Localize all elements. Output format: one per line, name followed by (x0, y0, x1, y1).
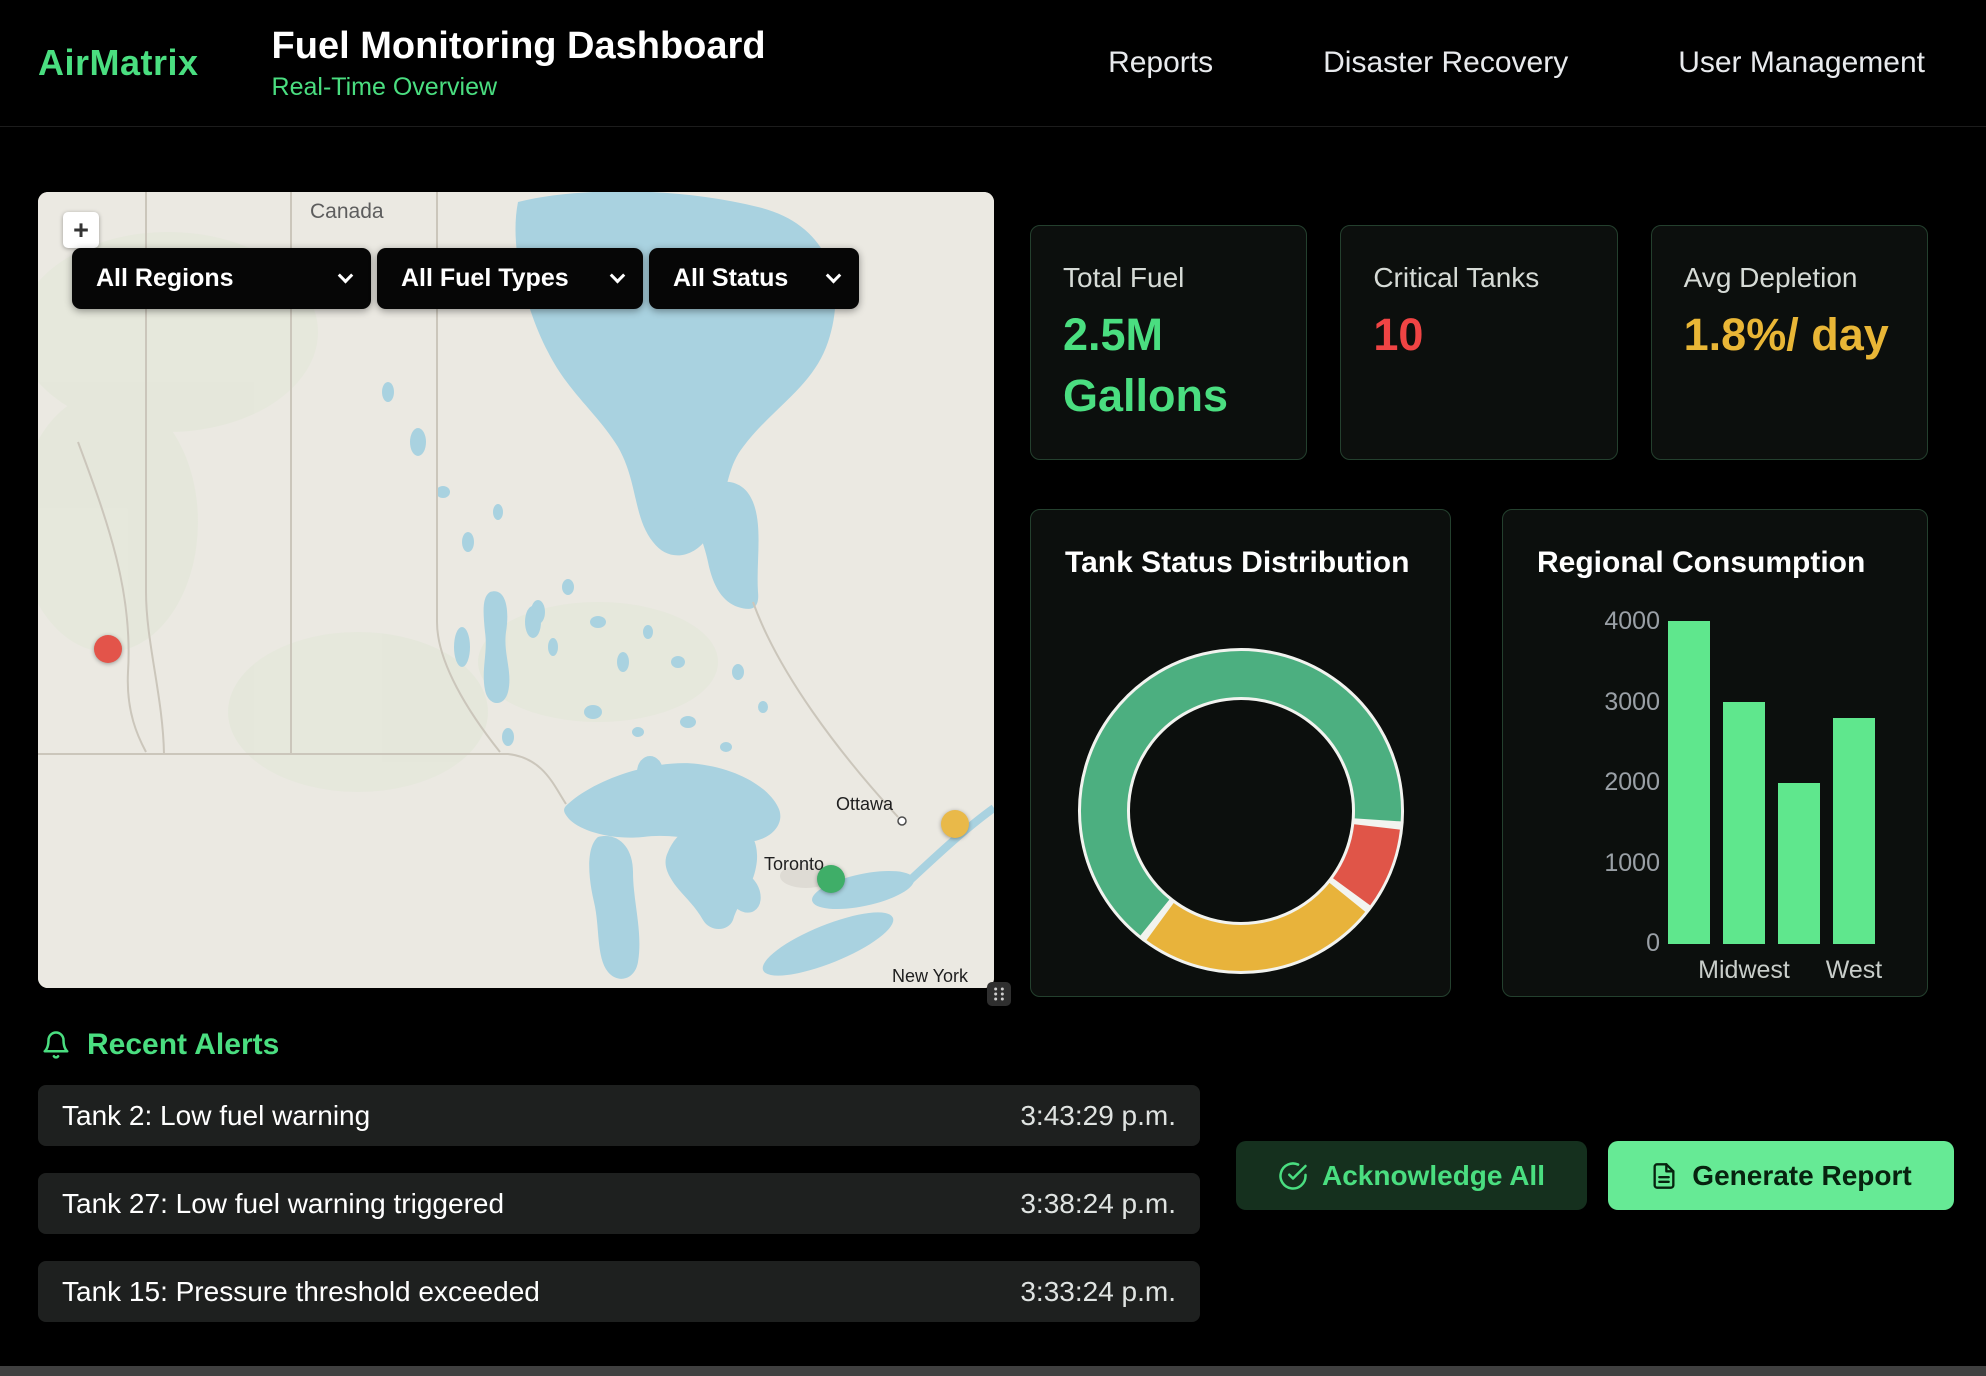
stats-row: Total Fuel 2.5M Gallons Critical Tanks 1… (1030, 225, 1928, 460)
acknowledge-all-label: Acknowledge All (1322, 1160, 1545, 1192)
map-canvas[interactable]: Canada Ottawa Toronto New York (38, 192, 994, 988)
resize-grip-handle[interactable] (987, 982, 1011, 1006)
map-marker-normal[interactable] (817, 865, 845, 893)
y-tick: 4000 (1604, 607, 1660, 636)
generate-report-label: Generate Report (1692, 1160, 1911, 1192)
alert-actions: Acknowledge All Generate Report (1236, 1141, 1954, 1210)
alert-list: Tank 2: Low fuel warning 3:43:29 p.m. Ta… (38, 1085, 1200, 1349)
stat-card-total-fuel: Total Fuel 2.5M Gallons (1030, 225, 1307, 460)
map-city-dot-ottawa (898, 817, 906, 825)
consumption-bar-midwest (1723, 702, 1765, 944)
alert-message: Tank 15: Pressure threshold exceeded (62, 1276, 540, 1308)
alert-row[interactable]: Tank 2: Low fuel warning 3:43:29 p.m. (38, 1085, 1200, 1146)
page-subtitle: Real-Time Overview (272, 73, 766, 102)
chevron-down-icon (826, 268, 842, 284)
chart-title: Regional Consumption (1537, 546, 1893, 580)
map-filter-bar: All Regions All Fuel Types All Status (72, 248, 859, 309)
alert-timestamp: 3:33:24 p.m. (1020, 1276, 1176, 1308)
bell-icon (41, 1030, 71, 1060)
stat-label: Critical Tanks (1373, 262, 1584, 294)
alert-message: Tank 2: Low fuel warning (62, 1100, 370, 1132)
stat-label: Total Fuel (1063, 262, 1274, 294)
main-nav: Reports Disaster Recovery User Managemen… (1108, 46, 1925, 80)
bar-chart-y-axis: 4000 3000 2000 1000 0 (1523, 607, 1660, 958)
stat-card-avg-depletion: Avg Depletion 1.8%/ day (1651, 225, 1928, 460)
status-filter-dropdown[interactable]: All Status (649, 248, 859, 309)
stat-value: 1.8%/ day (1684, 304, 1895, 365)
bar-chart-plot (1668, 621, 1878, 944)
nav-reports[interactable]: Reports (1108, 46, 1213, 80)
stat-label: Avg Depletion (1684, 262, 1895, 294)
map-label-new-york: New York (892, 966, 969, 986)
title-block: Fuel Monitoring Dashboard Real-Time Over… (272, 25, 766, 102)
map-zoom-in-button[interactable]: + (63, 212, 99, 248)
stat-value: 10 (1373, 304, 1584, 365)
recent-alerts-title: Recent Alerts (87, 1028, 279, 1062)
x-tick: Midwest (1698, 956, 1790, 985)
chart-title: Tank Status Distribution (1065, 546, 1416, 580)
regions-filter-dropdown[interactable]: All Regions (72, 248, 371, 309)
nav-user-management[interactable]: User Management (1678, 46, 1925, 80)
y-tick: 0 (1646, 929, 1660, 958)
status-filter-label: All Status (673, 264, 788, 293)
grip-dots-icon (989, 984, 1009, 1004)
regions-filter-label: All Regions (96, 264, 234, 293)
consumption-bar-west (1833, 718, 1875, 944)
map-panel: Canada Ottawa Toronto New York + All Reg… (38, 192, 994, 988)
brand-logo[interactable]: AirMatrix (38, 42, 199, 84)
consumption-bar-1 (1668, 621, 1710, 944)
tank-status-donut-chart (1071, 641, 1411, 981)
recent-alerts-heading: Recent Alerts (41, 1028, 279, 1062)
map-label-canada: Canada (310, 200, 384, 223)
bar-chart-x-axis: Midwest West (1668, 956, 1878, 985)
acknowledge-all-button[interactable]: Acknowledge All (1236, 1141, 1587, 1210)
fuel-types-filter-dropdown[interactable]: All Fuel Types (377, 248, 643, 309)
check-circle-icon (1278, 1161, 1308, 1191)
map-marker-critical[interactable] (94, 635, 122, 663)
alert-timestamp: 3:38:24 p.m. (1020, 1188, 1176, 1220)
consumption-bar-3 (1778, 783, 1820, 945)
chevron-down-icon (338, 268, 354, 284)
charts-row: Tank Status Distribution Regional Consum… (1030, 509, 1928, 997)
map-marker-warning[interactable] (941, 810, 969, 838)
map-label-ottawa: Ottawa (836, 794, 894, 814)
tank-status-distribution-card: Tank Status Distribution (1030, 509, 1451, 997)
alert-message: Tank 27: Low fuel warning triggered (62, 1188, 504, 1220)
map-label-toronto: Toronto (764, 854, 824, 874)
document-icon (1650, 1162, 1678, 1190)
fuel-types-filter-label: All Fuel Types (401, 264, 569, 293)
alert-row[interactable]: Tank 15: Pressure threshold exceeded 3:3… (38, 1261, 1200, 1322)
nav-disaster-recovery[interactable]: Disaster Recovery (1323, 46, 1568, 80)
alert-timestamp: 3:43:29 p.m. (1020, 1100, 1176, 1132)
alert-row[interactable]: Tank 27: Low fuel warning triggered 3:38… (38, 1173, 1200, 1234)
header: AirMatrix Fuel Monitoring Dashboard Real… (0, 0, 1986, 127)
y-tick: 2000 (1604, 768, 1660, 797)
chevron-down-icon (610, 268, 626, 284)
y-tick: 3000 (1604, 688, 1660, 717)
page-title: Fuel Monitoring Dashboard (272, 25, 766, 68)
bottom-bar (0, 1366, 1986, 1376)
generate-report-button[interactable]: Generate Report (1608, 1141, 1954, 1210)
stat-card-critical-tanks: Critical Tanks 10 (1340, 225, 1617, 460)
regional-consumption-card: Regional Consumption 4000 3000 2000 1000… (1502, 509, 1928, 997)
x-tick: West (1826, 956, 1883, 985)
stat-value: 2.5M Gallons (1063, 304, 1274, 426)
y-tick: 1000 (1604, 849, 1660, 878)
